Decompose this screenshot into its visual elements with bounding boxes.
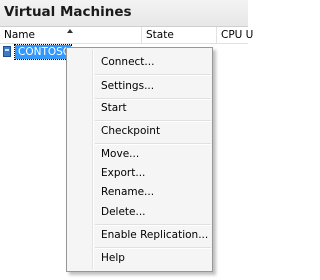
menu-item-delete[interactable]: Delete...: [69, 203, 210, 222]
menu-item-help[interactable]: Help: [69, 249, 210, 268]
virtual-machine-icon: [3, 46, 11, 57]
column-header-row: Name State CPU U: [0, 27, 253, 44]
column-header-state[interactable]: State: [142, 27, 217, 43]
menu-item-connect[interactable]: Connect...: [69, 53, 210, 72]
menu-separator: [95, 74, 211, 76]
panel-header: Virtual Machines: [0, 0, 248, 27]
column-header-cpu[interactable]: CPU U: [217, 27, 257, 43]
context-menu: Connect... Settings... Start Checkpoint …: [66, 47, 213, 272]
column-header-cpu-label: CPU U: [221, 29, 254, 41]
column-header-state-label: State: [146, 29, 174, 41]
vm-row-selection[interactable]: CONTOSO: [14, 44, 72, 60]
menu-item-export[interactable]: Export...: [69, 164, 210, 183]
column-header-name-label: Name: [4, 29, 35, 41]
sort-ascending-icon: [67, 29, 73, 33]
panel-title: Virtual Machines: [4, 4, 132, 20]
menu-item-move[interactable]: Move...: [69, 145, 210, 164]
menu-item-enable-replication[interactable]: Enable Replication...: [69, 226, 210, 245]
menu-item-rename[interactable]: Rename...: [69, 183, 210, 202]
column-header-name[interactable]: Name: [0, 27, 142, 43]
menu-item-checkpoint[interactable]: Checkpoint: [69, 122, 210, 141]
menu-item-start[interactable]: Start: [69, 99, 210, 118]
vm-name: CONTOSO: [18, 46, 72, 58]
menu-item-settings[interactable]: Settings...: [69, 77, 210, 96]
